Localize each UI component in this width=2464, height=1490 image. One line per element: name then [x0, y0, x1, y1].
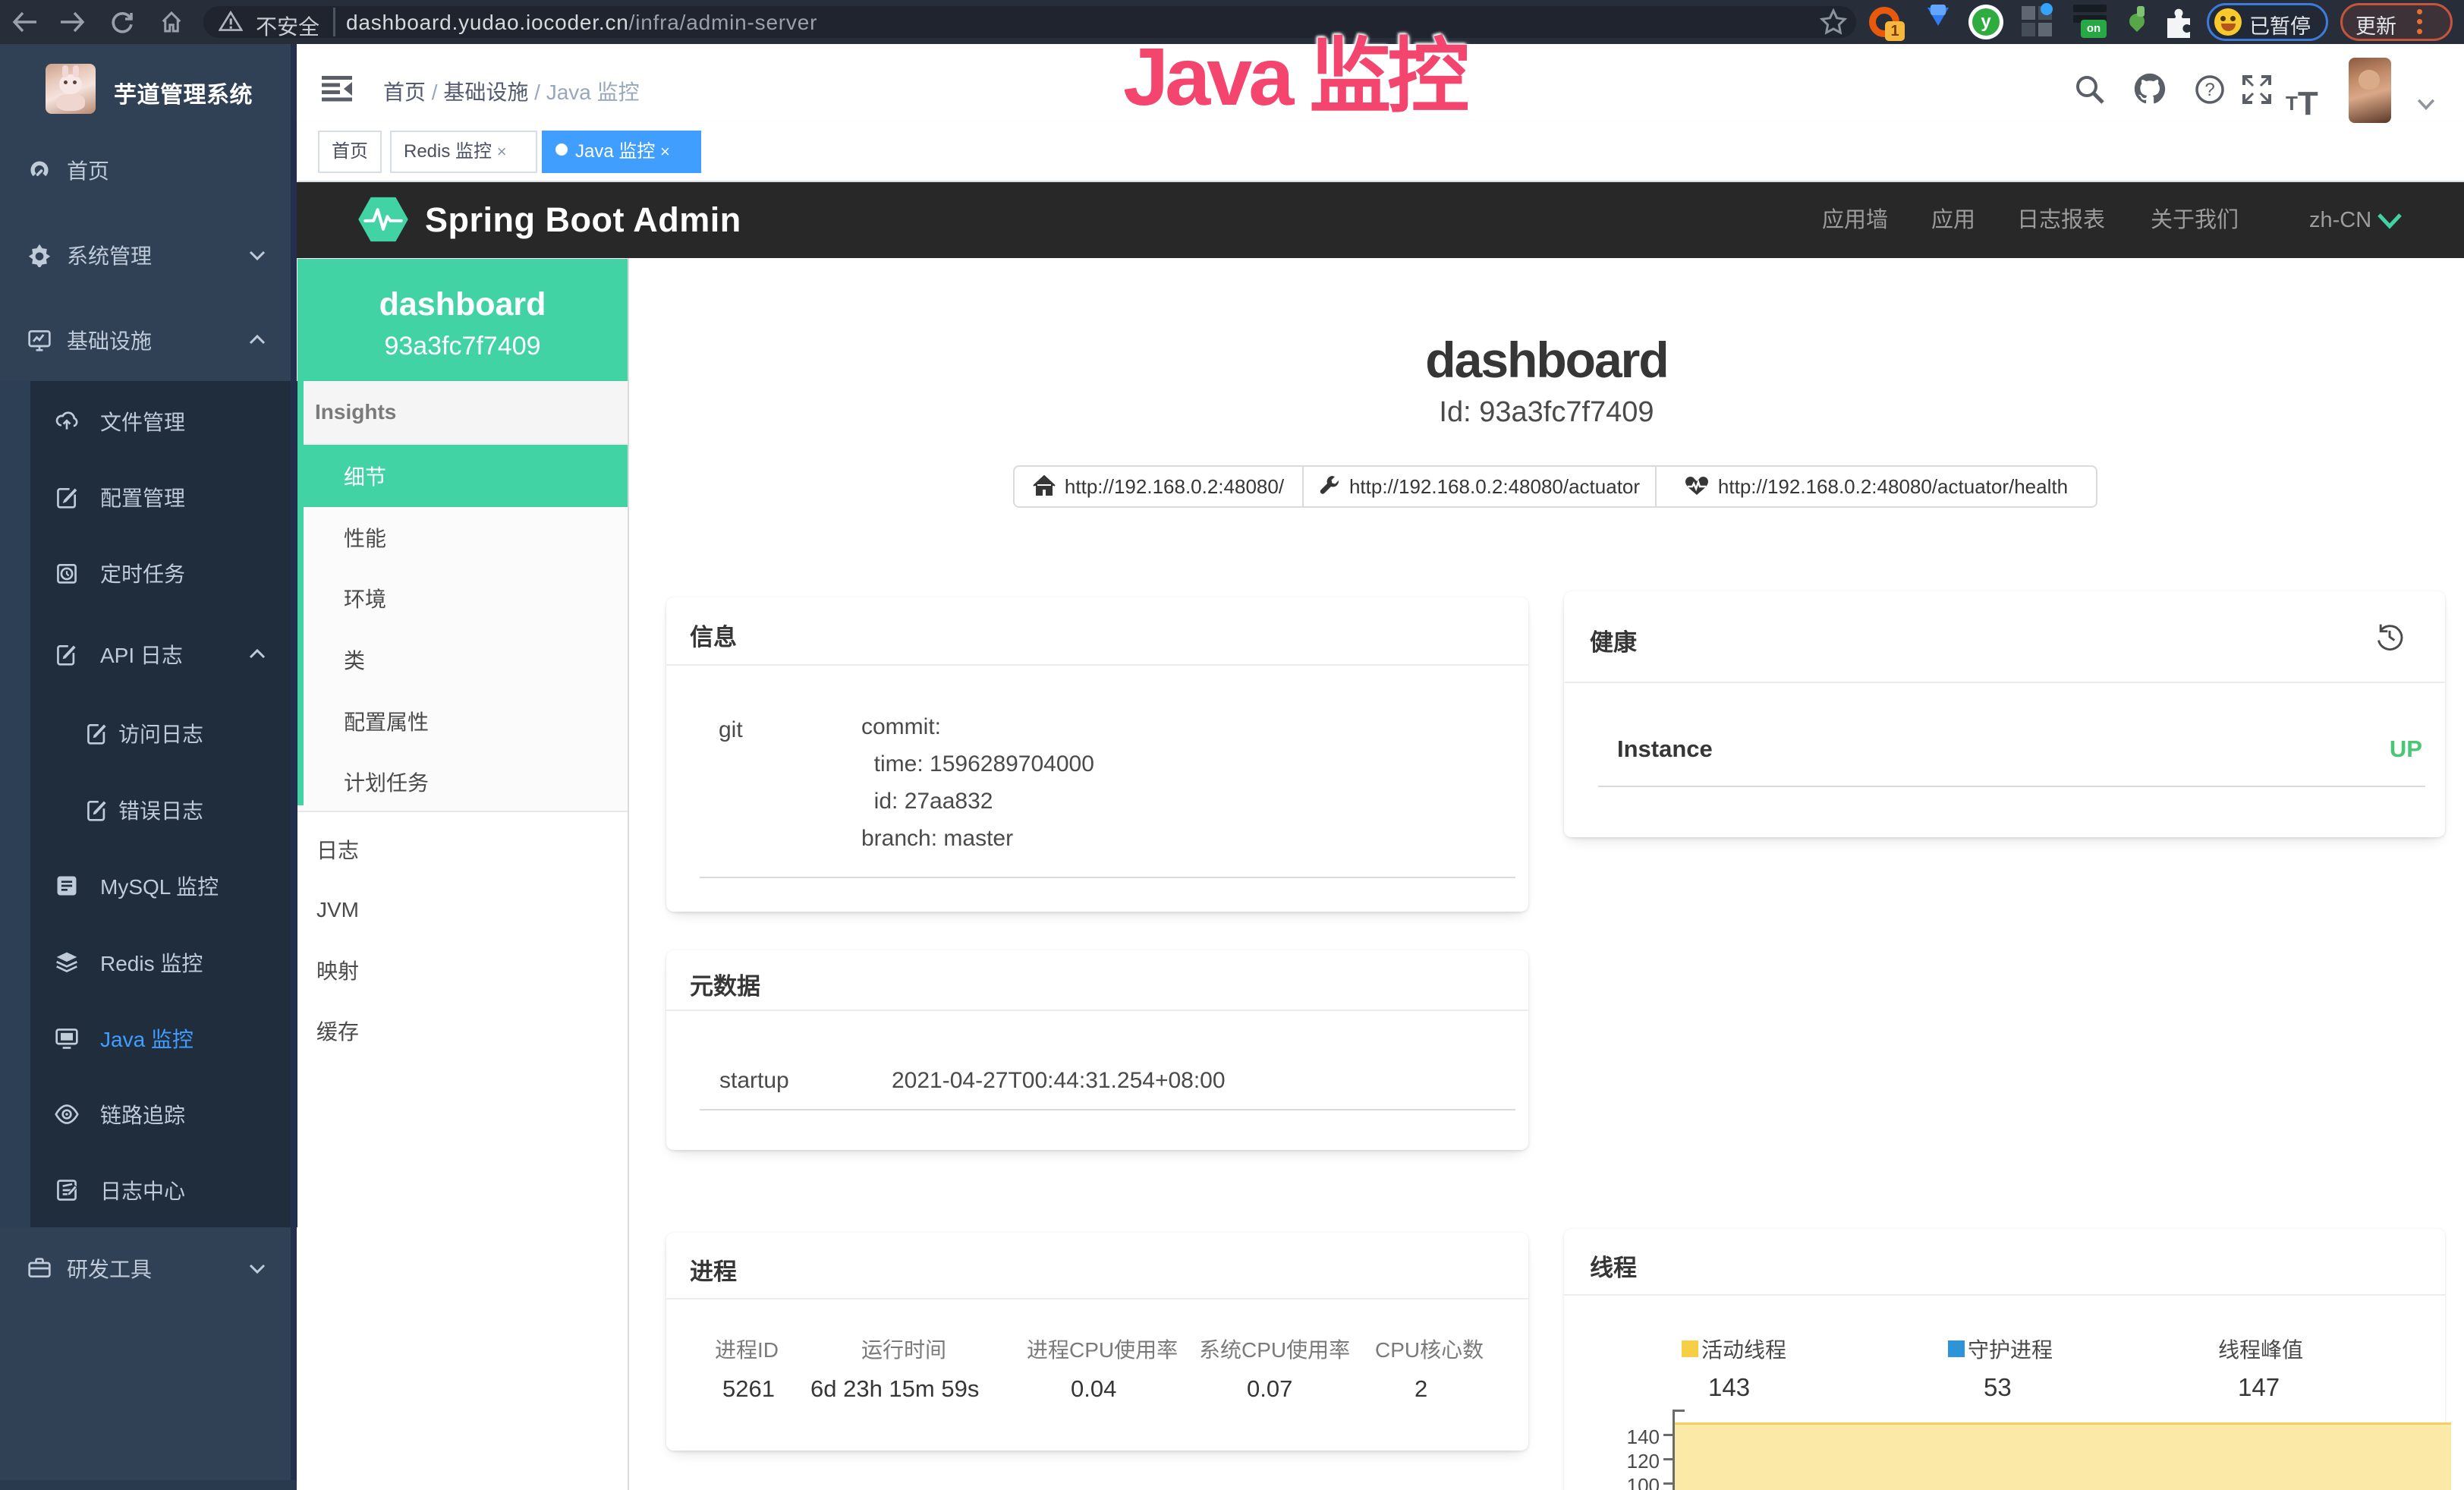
svg-text:?: ? [2204, 80, 2214, 100]
